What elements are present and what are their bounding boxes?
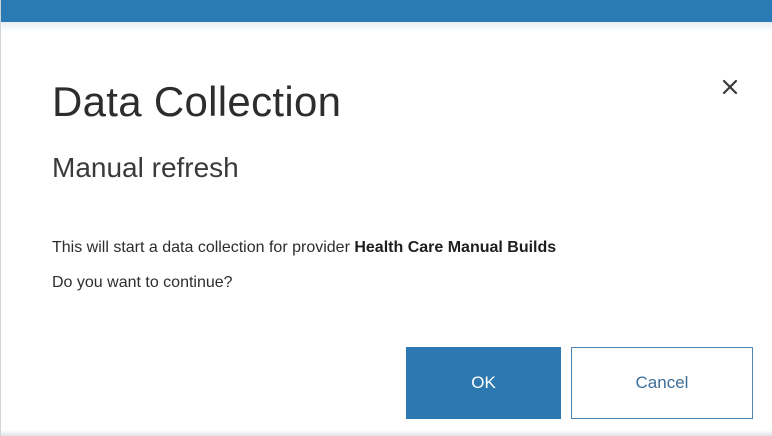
dialog-top-bar (1, 0, 772, 22)
top-bar-shadow (1, 22, 772, 32)
dialog-subtitle: Manual refresh (52, 152, 239, 183)
dialog-message: This will start a data collection for pr… (52, 230, 752, 300)
provider-name: Health Care Manual Builds (354, 239, 557, 256)
message-question: Do you want to continue? (52, 274, 233, 291)
close-button[interactable] (713, 70, 747, 104)
ok-button-label: OK (471, 373, 496, 392)
close-icon (713, 70, 747, 104)
ok-button[interactable]: OK (406, 347, 561, 419)
dialog-bottom-edge (1, 430, 772, 436)
cancel-button[interactable]: Cancel (571, 347, 753, 419)
message-prefix: This will start a data collection for pr… (52, 239, 355, 256)
cancel-button-label: Cancel (635, 373, 689, 392)
dialog-title: Data Collection (52, 78, 342, 125)
data-collection-dialog: Data Collection Manual refresh This will… (0, 0, 772, 436)
message-line-1: This will start a data collection for pr… (52, 230, 752, 265)
